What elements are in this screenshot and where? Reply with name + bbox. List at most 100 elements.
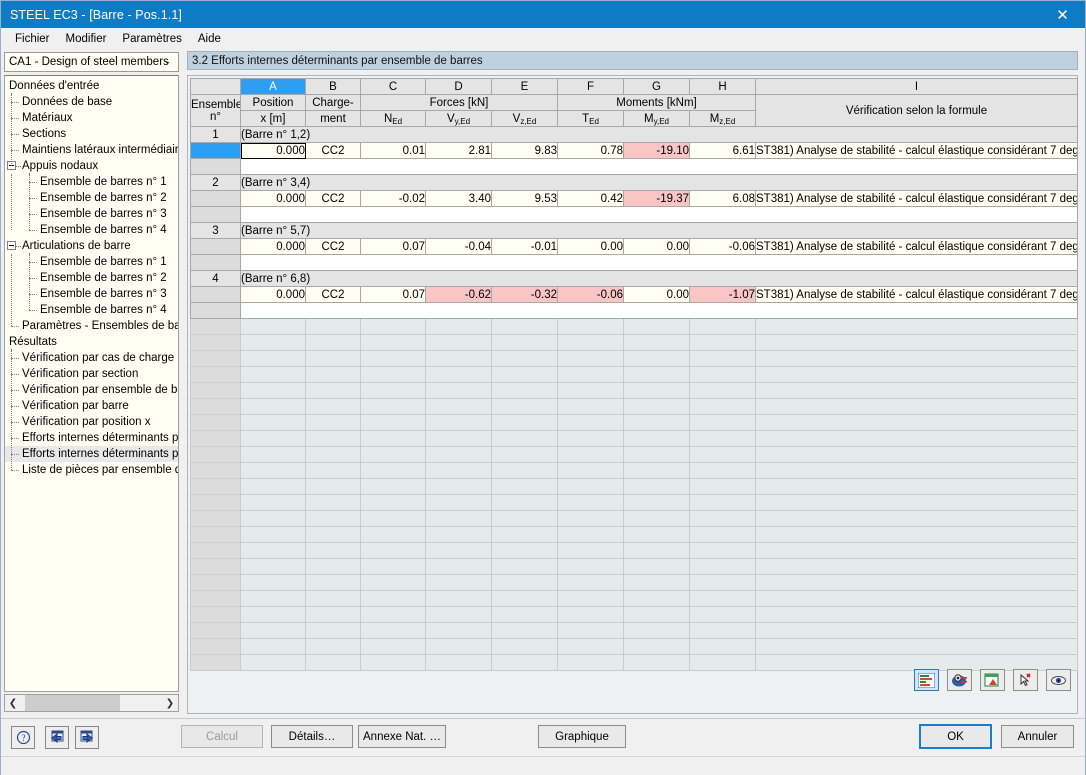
empty-cell[interactable]	[305, 494, 361, 511]
empty-cell[interactable]	[623, 494, 690, 511]
empty-cell[interactable]	[623, 478, 690, 495]
empty-cell[interactable]	[240, 638, 306, 655]
column-letter-G[interactable]: G	[623, 78, 690, 95]
empty-cell[interactable]	[689, 350, 756, 367]
cell-mzed[interactable]: -1.07	[689, 286, 756, 303]
empty-cell[interactable]	[689, 494, 756, 511]
empty-cell[interactable]	[755, 558, 1078, 575]
empty-cell[interactable]	[240, 558, 306, 575]
empty-cell[interactable]	[240, 334, 306, 351]
empty-cell[interactable]	[557, 350, 624, 367]
empty-cell[interactable]	[557, 366, 624, 383]
annuler-button[interactable]: Annuler	[1001, 725, 1074, 748]
empty-cell[interactable]	[623, 622, 690, 639]
empty-cell[interactable]	[623, 318, 690, 335]
empty-cell[interactable]	[240, 446, 306, 463]
empty-cell[interactable]	[425, 318, 492, 335]
empty-cell[interactable]	[557, 462, 624, 479]
row-selector[interactable]	[190, 286, 241, 303]
tree-item[interactable]: Maintiens latéraux intermédiaires	[5, 141, 178, 158]
tree-item[interactable]: Vérification par barre	[5, 397, 178, 414]
empty-cell[interactable]	[360, 622, 426, 639]
empty-cell[interactable]	[305, 350, 361, 367]
menu-item-parametres[interactable]: Paramètres	[114, 31, 189, 47]
empty-row-selector[interactable]	[190, 638, 241, 655]
column-letter-C[interactable]: C	[360, 78, 426, 95]
group-number[interactable]: 2	[190, 174, 241, 191]
empty-cell[interactable]	[240, 526, 306, 543]
empty-cell[interactable]	[425, 526, 492, 543]
menu-item-aide[interactable]: Aide	[190, 31, 229, 47]
empty-cell[interactable]	[305, 622, 361, 639]
cell-mzed[interactable]: 6.61	[689, 142, 756, 159]
empty-cell[interactable]	[305, 542, 361, 559]
empty-cell[interactable]	[689, 414, 756, 431]
empty-cell[interactable]	[425, 398, 492, 415]
empty-cell[interactable]	[425, 622, 492, 639]
empty-cell[interactable]	[755, 462, 1078, 479]
tree-item[interactable]: Efforts internes déterminants par ensemb…	[5, 445, 178, 462]
empty-cell[interactable]	[557, 430, 624, 447]
empty-cell[interactable]	[360, 590, 426, 607]
empty-cell[interactable]	[305, 430, 361, 447]
empty-row-selector[interactable]	[190, 622, 241, 639]
empty-cell[interactable]	[755, 398, 1078, 415]
row-selector-empty[interactable]	[190, 206, 241, 223]
empty-cell[interactable]	[305, 590, 361, 607]
empty-cell[interactable]	[360, 318, 426, 335]
empty-cell[interactable]	[557, 526, 624, 543]
empty-cell[interactable]	[491, 526, 558, 543]
empty-row-selector[interactable]	[190, 606, 241, 623]
cell-position[interactable]: 0.000	[240, 286, 306, 303]
cell-vzed[interactable]: 9.53	[491, 190, 558, 207]
row-selector[interactable]	[190, 142, 241, 159]
tree-horizontal-scrollbar[interactable]: ❮ ❯	[4, 694, 179, 712]
empty-cell[interactable]	[360, 430, 426, 447]
cell-myed[interactable]: 0.00	[623, 238, 690, 255]
empty-cell[interactable]	[557, 638, 624, 655]
empty-cell[interactable]	[305, 574, 361, 591]
empty-cell[interactable]	[491, 494, 558, 511]
column-letter-A[interactable]: A	[240, 78, 306, 95]
empty-cell[interactable]	[623, 542, 690, 559]
column-letter-H[interactable]: H	[689, 78, 756, 95]
empty-cell[interactable]	[425, 462, 492, 479]
empty-cell[interactable]	[491, 654, 558, 671]
empty-cell[interactable]	[557, 334, 624, 351]
empty-cell[interactable]	[240, 494, 306, 511]
empty-cell[interactable]	[360, 350, 426, 367]
empty-cell[interactable]	[305, 606, 361, 623]
empty-cell[interactable]	[240, 542, 306, 559]
empty-cell[interactable]	[755, 430, 1078, 447]
chevron-down-icon[interactable]: ⌄	[159, 53, 176, 71]
empty-cell[interactable]	[360, 446, 426, 463]
cell-vyed[interactable]: 3.40	[425, 190, 492, 207]
cell-vyed[interactable]: 2.81	[425, 142, 492, 159]
empty-cell[interactable]	[689, 654, 756, 671]
empty-cell[interactable]	[305, 398, 361, 415]
menu-item-modifier[interactable]: Modifier	[58, 31, 115, 47]
empty-cell[interactable]	[623, 382, 690, 399]
empty-cell[interactable]	[689, 366, 756, 383]
tree-item[interactable]: Articulations de barre	[5, 238, 178, 254]
empty-cell[interactable]	[755, 542, 1078, 559]
empty-cell[interactable]	[305, 318, 361, 335]
empty-cell[interactable]	[755, 446, 1078, 463]
empty-cell[interactable]	[360, 654, 426, 671]
empty-cell[interactable]	[755, 638, 1078, 655]
empty-row-selector[interactable]	[190, 542, 241, 559]
empty-cell[interactable]	[360, 558, 426, 575]
empty-cell[interactable]	[240, 590, 306, 607]
select-in-model-icon[interactable]	[1013, 669, 1038, 691]
empty-cell[interactable]	[623, 398, 690, 415]
tree-item[interactable]: Vérification par ensemble de barres	[5, 381, 178, 398]
empty-cell[interactable]	[623, 558, 690, 575]
empty-cell[interactable]	[557, 574, 624, 591]
empty-cell[interactable]	[623, 334, 690, 351]
empty-cell[interactable]	[240, 654, 306, 671]
tree-item[interactable]: Vérification par section	[5, 365, 178, 382]
empty-cell[interactable]	[623, 526, 690, 543]
row-selector-empty[interactable]	[190, 302, 241, 319]
empty-cell[interactable]	[425, 654, 492, 671]
empty-cell[interactable]	[491, 542, 558, 559]
